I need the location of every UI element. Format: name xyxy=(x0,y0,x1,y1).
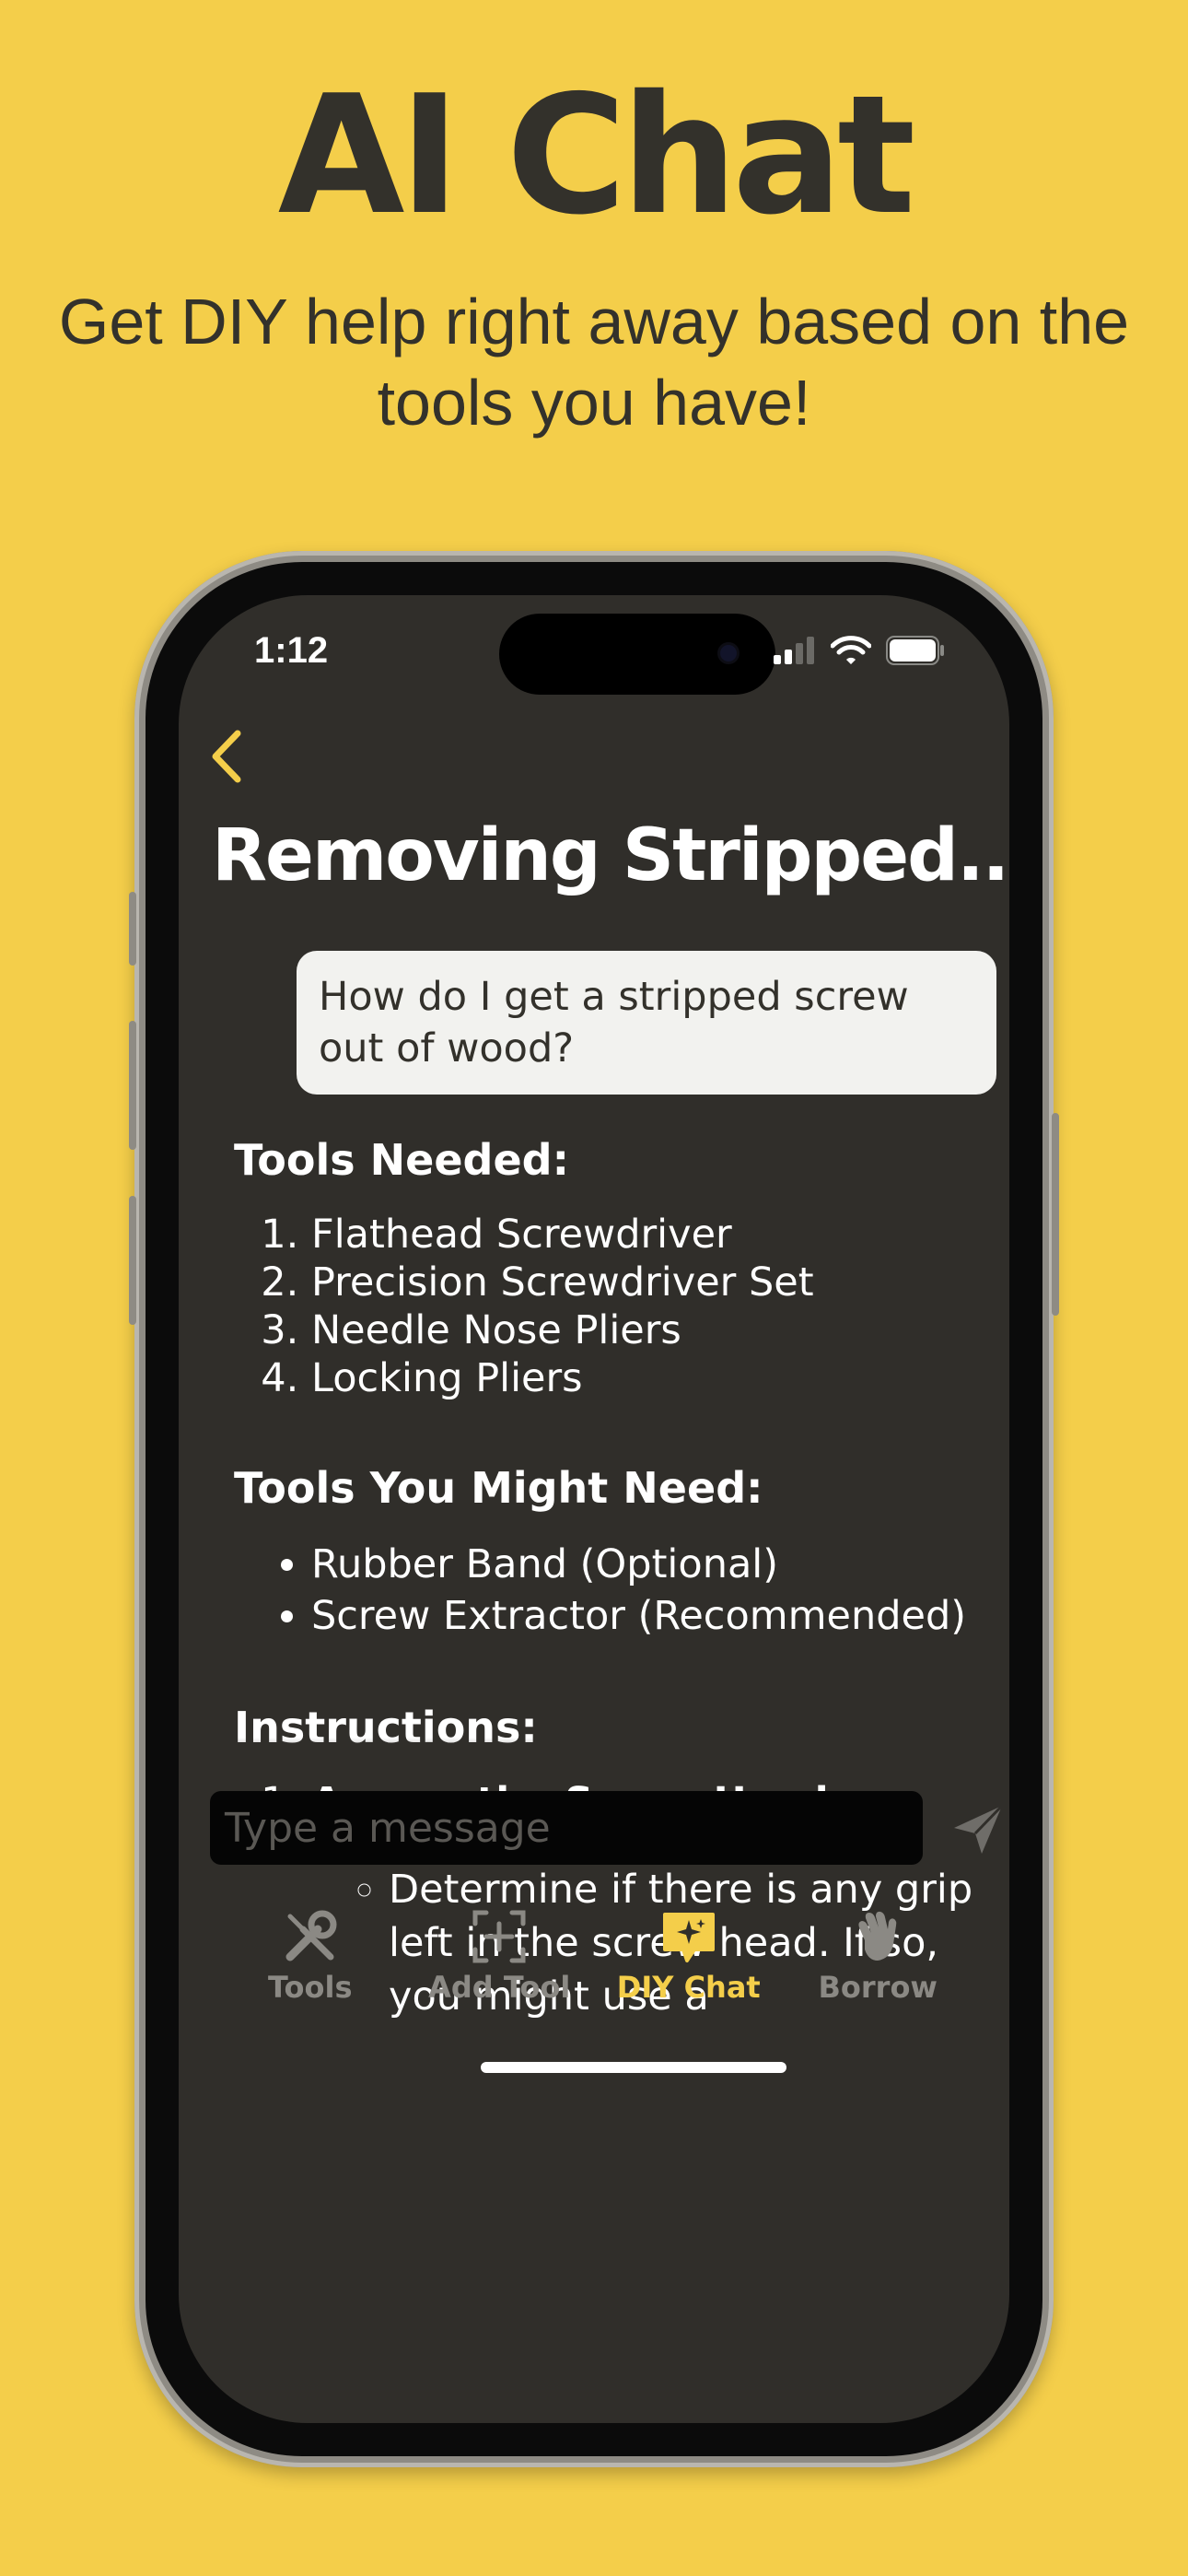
tab-label: Add Tool xyxy=(428,1970,571,2005)
wave-hand-icon xyxy=(858,1911,897,1961)
add-tool-icon xyxy=(472,1910,526,1963)
tab-diy-chat[interactable]: DIY Chat xyxy=(594,1907,784,2018)
list-item: Rubber Band (Optional) xyxy=(311,1539,989,1590)
tab-add-tool[interactable]: Add Tool xyxy=(405,1907,595,2018)
tab-bar: Tools Add Tool DIY Chat Borrow xyxy=(179,1907,1009,2018)
phone-frame: 1:12 Removing Stripped... How do I get a… xyxy=(129,551,1059,2467)
assistant-response: Tools Needed: Flathead Screwdriver Preci… xyxy=(234,1130,989,2023)
tools-needed-heading: Tools Needed: xyxy=(234,1135,569,1185)
message-input[interactable]: Type a message xyxy=(210,1791,923,1865)
dynamic-island xyxy=(499,614,775,695)
list-item: Needle Nose Pliers xyxy=(311,1306,989,1354)
tools-icon xyxy=(285,1910,337,1961)
tab-label: Tools xyxy=(267,1970,353,2005)
promo-subtitle: Get DIY help right away based on the too… xyxy=(58,286,1130,439)
wifi-icon xyxy=(831,636,871,664)
home-indicator[interactable] xyxy=(481,2062,786,2073)
tab-label: Borrow xyxy=(818,1970,938,2005)
send-icon[interactable] xyxy=(949,1800,1007,1859)
tools-might-need-heading: Tools You Might Need: xyxy=(234,1463,763,1513)
chat-title: Removing Stripped... xyxy=(212,814,1009,897)
list-item: Flathead Screwdriver xyxy=(311,1211,989,1259)
tools-might-need-list: Rubber Band (Optional) Screw Extractor (… xyxy=(234,1539,989,1642)
list-item: Screw Extractor (Recommended) xyxy=(311,1590,989,1642)
battery-icon xyxy=(886,636,944,665)
tab-borrow[interactable]: Borrow xyxy=(784,1907,973,2018)
status-time: 1:12 xyxy=(254,630,329,671)
cellular-signal-icon xyxy=(774,637,814,664)
list-item: Locking Pliers xyxy=(311,1354,989,1402)
user-message-bubble: How do I get a stripped screw out of woo… xyxy=(297,951,996,1095)
app-screen: 1:12 Removing Stripped... How do I get a… xyxy=(179,595,1009,2423)
promo-title: AI Chat xyxy=(277,60,916,251)
list-item: Precision Screwdriver Set xyxy=(311,1259,989,1306)
message-input-placeholder: Type a message xyxy=(225,1804,551,1852)
status-icons xyxy=(774,632,945,669)
tab-label: DIY Chat xyxy=(616,1970,761,2005)
tools-needed-list: Flathead Screwdriver Precision Screwdriv… xyxy=(234,1211,989,1402)
diy-chat-icon xyxy=(662,1913,715,1962)
back-chevron-icon[interactable] xyxy=(204,724,250,789)
tab-tools[interactable]: Tools xyxy=(215,1907,405,2018)
